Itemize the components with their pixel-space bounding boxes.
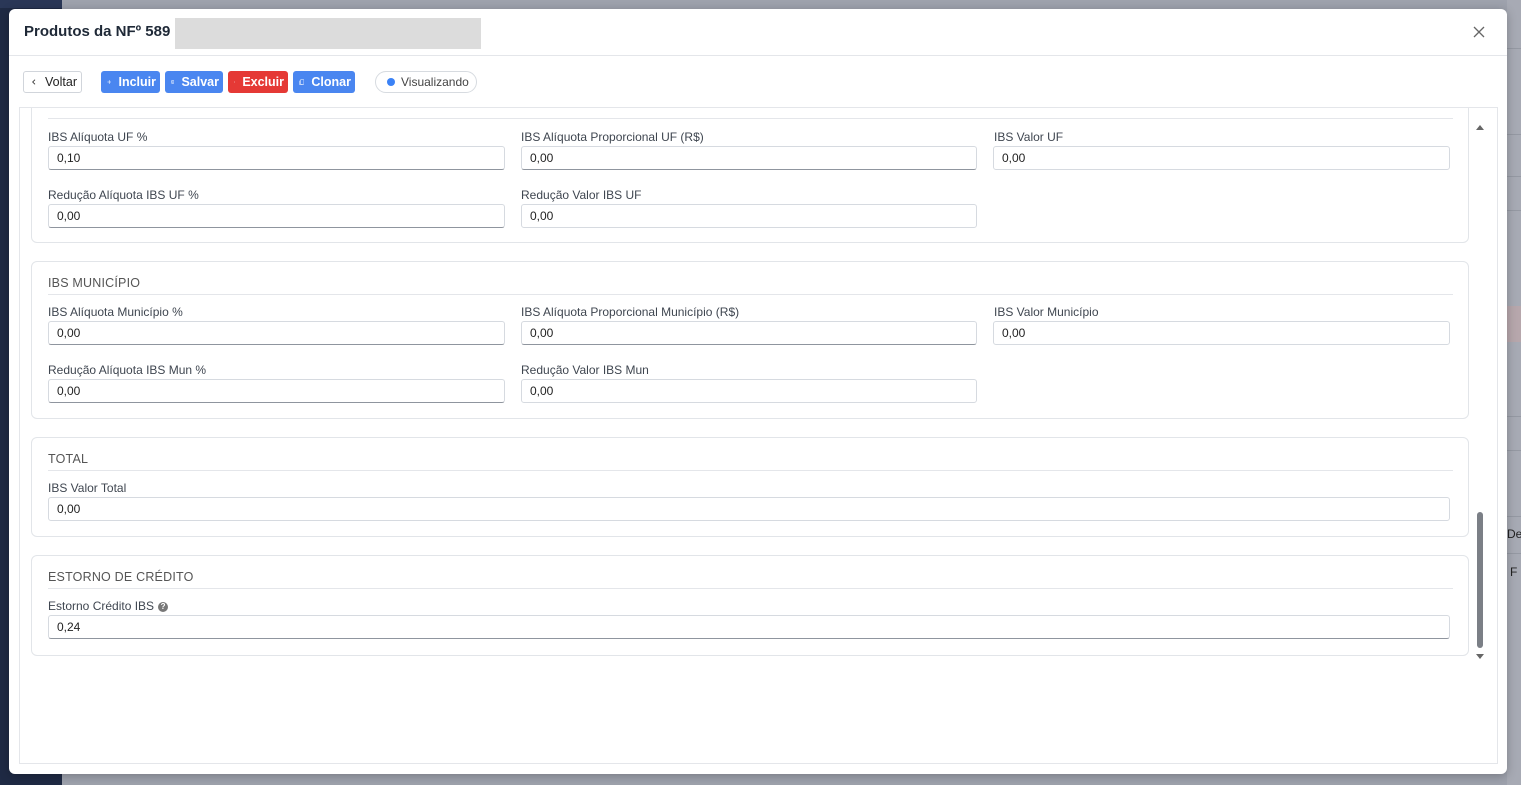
trash-icon [234, 81, 236, 83]
ibs-valor-municipio-input[interactable]: 0,00 [993, 321, 1450, 345]
background-text: De [1507, 527, 1521, 541]
ibs-valor-municipio-label: IBS Valor Município [994, 305, 1099, 319]
ibs-uf-section: IBS Alíquota UF % 0,10 IBS Alíquota Prop… [31, 108, 1469, 243]
ibs-aliquota-proporcional-uf-input[interactable]: 0,00 [521, 146, 977, 170]
background-text: F [1510, 565, 1518, 579]
ibs-aliquota-proporcional-uf-label: IBS Alíquota Proporcional UF (R$) [521, 130, 704, 144]
back-button[interactable]: Voltar [23, 71, 82, 93]
scroll-down-arrow-icon[interactable] [1475, 652, 1485, 662]
clone-label: Clonar [311, 75, 351, 89]
delete-button[interactable]: Excluir [228, 71, 288, 93]
ibs-municipio-section: IBS MUNICÍPIO IBS Alíquota Município % 0… [31, 261, 1469, 419]
copy-icon [299, 79, 305, 85]
section-title: IBS MUNICÍPIO [48, 276, 141, 290]
status-label: Visualizando [401, 75, 469, 89]
ibs-valor-total-label: IBS Valor Total [48, 481, 127, 495]
ibs-valor-uf-label: IBS Valor UF [994, 130, 1064, 144]
section-divider [48, 294, 1453, 295]
reducao-aliquota-ibs-uf-label: Redução Alíquota IBS UF % [48, 188, 199, 202]
section-divider [48, 470, 1453, 471]
plus-icon [107, 80, 112, 84]
ibs-aliquota-municipio-label: IBS Alíquota Município % [48, 305, 183, 319]
section-divider [48, 118, 1453, 119]
help-icon[interactable]: ? [158, 602, 169, 612]
reducao-valor-ibs-uf-label: Redução Valor IBS UF [521, 188, 642, 202]
ibs-aliquota-uf-input[interactable]: 0,10 [48, 146, 505, 170]
ibs-valor-total-input[interactable]: 0,00 [48, 497, 1450, 521]
close-button[interactable] [1469, 22, 1489, 42]
back-label: Voltar [45, 75, 77, 89]
reducao-aliquota-ibs-mun-input[interactable]: 0,00 [48, 379, 505, 403]
scrollbar-thumb[interactable] [1477, 512, 1483, 648]
reducao-valor-ibs-mun-label: Redução Valor IBS Mun [521, 363, 649, 377]
redacted-area [175, 18, 481, 49]
background-table-edge: De F [1507, 0, 1521, 785]
status-badge: Visualizando [375, 71, 477, 93]
total-section: TOTAL IBS Valor Total 0,00 [31, 437, 1469, 537]
floppy-disk-icon [171, 80, 175, 84]
reducao-aliquota-ibs-uf-input[interactable]: 0,00 [48, 204, 505, 228]
close-icon [1473, 26, 1485, 38]
save-button[interactable]: Salvar [165, 71, 223, 93]
section-title: TOTAL [48, 452, 89, 466]
add-label: Incluir [118, 75, 156, 89]
section-title: ESTORNO DE CRÉDITO [48, 570, 194, 584]
modal-header: Produtos da NFº 589 [9, 9, 1507, 56]
reducao-aliquota-ibs-mun-label: Redução Alíquota IBS Mun % [48, 363, 207, 377]
modal-title: Produtos da NFº 589 [24, 23, 171, 40]
chevron-left-icon [32, 79, 36, 85]
reducao-valor-ibs-mun-input[interactable]: 0,00 [521, 379, 977, 403]
ibs-valor-uf-input[interactable]: 0,00 [993, 146, 1450, 170]
ibs-aliquota-proporcional-municipio-input[interactable]: 0,00 [521, 321, 977, 345]
clone-button[interactable]: Clonar [293, 71, 355, 93]
ibs-aliquota-uf-label: IBS Alíquota UF % [48, 130, 148, 144]
ibs-aliquota-proporcional-municipio-label: IBS Alíquota Proporcional Município (R$) [521, 305, 740, 319]
scroll-up-arrow-icon[interactable] [1475, 122, 1485, 132]
estorno-credito-ibs-label-text: Estorno Crédito IBS [48, 599, 155, 613]
estorno-credito-section: ESTORNO DE CRÉDITO Estorno Crédito IBS? … [31, 555, 1469, 656]
save-label: Salvar [181, 75, 219, 89]
add-button[interactable]: Incluir [101, 71, 160, 93]
products-modal: Produtos da NFº 589 Voltar Incluir Salva… [9, 9, 1507, 774]
section-divider [48, 588, 1453, 589]
ibs-aliquota-municipio-input[interactable]: 0,00 [48, 321, 505, 345]
form-content: IBS Alíquota UF % 0,10 IBS Alíquota Prop… [19, 107, 1498, 764]
estorno-credito-ibs-label: Estorno Crédito IBS? [48, 599, 169, 613]
delete-label: Excluir [242, 75, 284, 89]
estorno-credito-ibs-input[interactable]: 0,24 [48, 615, 1450, 639]
status-dot-icon [387, 78, 395, 86]
reducao-valor-ibs-uf-input[interactable]: 0,00 [521, 204, 977, 228]
